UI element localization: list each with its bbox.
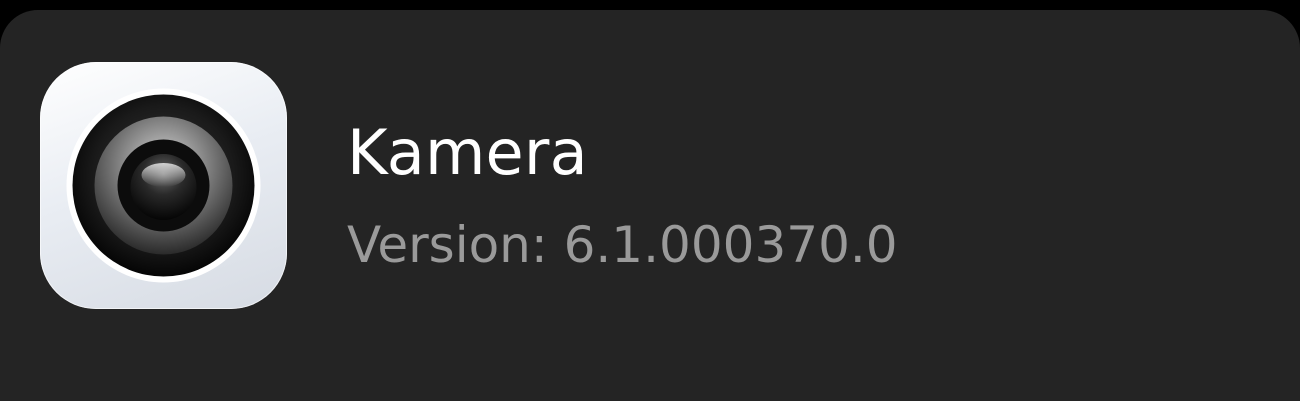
app-version: Version: 6.1.000370.0 bbox=[347, 216, 898, 274]
app-info-card: Kamera Version: 6.1.000370.0 bbox=[0, 10, 1300, 401]
camera-lens-icon bbox=[40, 62, 287, 309]
app-name: Kamera bbox=[347, 116, 588, 189]
